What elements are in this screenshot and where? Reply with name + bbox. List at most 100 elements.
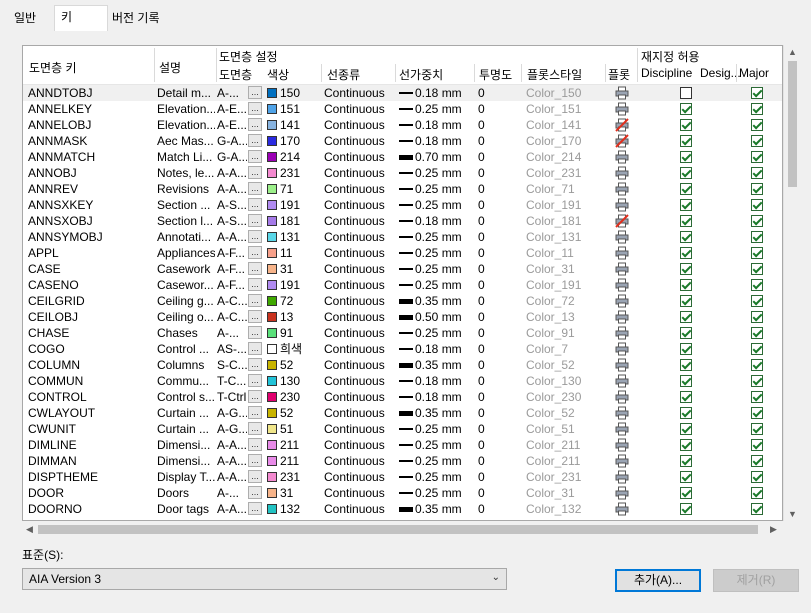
layer-browse-button[interactable]: ...: [248, 166, 262, 179]
layer-browse-button[interactable]: ...: [248, 438, 262, 451]
tab-keys[interactable]: 키: [54, 5, 108, 31]
layer-browse-button[interactable]: ...: [248, 102, 262, 115]
printer-icon[interactable]: [615, 422, 629, 436]
layer-browse-button[interactable]: ...: [248, 454, 262, 467]
color-swatch[interactable]: [267, 328, 277, 338]
printer-icon[interactable]: [615, 278, 629, 292]
col-lineweight[interactable]: 선가중치: [399, 66, 443, 83]
color-value[interactable]: 191: [280, 197, 320, 213]
lineweight-value[interactable]: 0.35 mm: [415, 293, 473, 309]
linetype-value[interactable]: Continuous: [324, 405, 394, 421]
table-row[interactable]: CASE Casework A-F...... 31 Continuous 0.25 mm…: [23, 261, 782, 277]
discipline-override-checkbox[interactable]: [680, 343, 692, 355]
color-swatch[interactable]: [267, 472, 277, 482]
lineweight-value[interactable]: 0.25 mm: [415, 421, 473, 437]
major-override-checkbox[interactable]: [751, 471, 763, 483]
linetype-value[interactable]: Continuous: [324, 277, 394, 293]
printer-icon[interactable]: [615, 198, 629, 212]
color-value[interactable]: 31: [280, 261, 320, 277]
major-override-checkbox[interactable]: [751, 119, 763, 131]
table-row[interactable]: CWLAYOUT Curtain ... A-G...... 52 Continuous…: [23, 405, 782, 421]
layer-browse-button[interactable]: ...: [248, 150, 262, 163]
scroll-up-icon[interactable]: ▲: [788, 47, 797, 57]
table-row[interactable]: APPL Appliances A-F...... 11 Continuous 0.25 …: [23, 245, 782, 261]
lineweight-value[interactable]: 0.18 mm: [415, 85, 473, 101]
color-swatch[interactable]: [267, 312, 277, 322]
linetype-value[interactable]: Continuous: [324, 213, 394, 229]
major-override-checkbox[interactable]: [751, 375, 763, 387]
layer-browse-button[interactable]: ...: [248, 326, 262, 339]
discipline-override-checkbox[interactable]: [680, 471, 692, 483]
lineweight-value[interactable]: 0.18 mm: [415, 341, 473, 357]
transparency-value[interactable]: 0: [478, 277, 518, 293]
color-swatch[interactable]: [267, 120, 277, 130]
color-value[interactable]: 191: [280, 277, 320, 293]
printer-icon[interactable]: [615, 342, 629, 356]
linetype-value[interactable]: Continuous: [324, 85, 394, 101]
major-override-checkbox[interactable]: [751, 231, 763, 243]
discipline-override-checkbox[interactable]: [680, 103, 692, 115]
printer-icon[interactable]: [615, 246, 629, 260]
color-value[interactable]: 141: [280, 117, 320, 133]
color-value[interactable]: 230: [280, 389, 320, 405]
color-value[interactable]: 150: [280, 85, 320, 101]
printer-icon[interactable]: [615, 102, 629, 116]
color-swatch[interactable]: [267, 344, 277, 354]
linetype-value[interactable]: Continuous: [324, 117, 394, 133]
printer-icon[interactable]: [615, 358, 629, 372]
layer-browse-button[interactable]: ...: [248, 118, 262, 131]
major-override-checkbox[interactable]: [751, 215, 763, 227]
color-swatch[interactable]: [267, 184, 277, 194]
lineweight-value[interactable]: 0.18 mm: [415, 117, 473, 133]
major-override-checkbox[interactable]: [751, 439, 763, 451]
transparency-value[interactable]: 0: [478, 181, 518, 197]
layer-browse-button[interactable]: ...: [248, 502, 262, 515]
linetype-value[interactable]: Continuous: [324, 469, 394, 485]
scroll-right-icon[interactable]: ▶: [770, 524, 777, 535]
layer-key-list[interactable]: 도면층 키 설명 도면층 설정 도면층 색상 선종류 선가중치 투명도 플롯스타…: [22, 45, 783, 521]
discipline-override-checkbox[interactable]: [680, 455, 692, 467]
linetype-value[interactable]: Continuous: [324, 437, 394, 453]
discipline-override-checkbox[interactable]: [680, 215, 692, 227]
transparency-value[interactable]: 0: [478, 117, 518, 133]
color-value[interactable]: 151: [280, 101, 320, 117]
color-value[interactable]: 희색: [280, 341, 320, 357]
discipline-override-checkbox[interactable]: [680, 407, 692, 419]
color-swatch[interactable]: [267, 232, 277, 242]
layer-browse-button[interactable]: ...: [248, 198, 262, 211]
table-row[interactable]: DIMMAN Dimensi... A-A...... 211 Continuous 0.…: [23, 453, 782, 469]
lineweight-value[interactable]: 0.25 mm: [415, 245, 473, 261]
color-swatch[interactable]: [267, 264, 277, 274]
linetype-value[interactable]: Continuous: [324, 325, 394, 341]
linetype-value[interactable]: Continuous: [324, 261, 394, 277]
lineweight-value[interactable]: 0.35 mm: [415, 501, 473, 517]
major-override-checkbox[interactable]: [751, 455, 763, 467]
discipline-override-checkbox[interactable]: [680, 151, 692, 163]
major-override-checkbox[interactable]: [751, 151, 763, 163]
transparency-value[interactable]: 0: [478, 453, 518, 469]
major-override-checkbox[interactable]: [751, 295, 763, 307]
discipline-override-checkbox[interactable]: [680, 295, 692, 307]
table-row[interactable]: CONTROL Control s... T-Ctrl... 230 Continuou…: [23, 389, 782, 405]
col-linetype[interactable]: 선종류: [327, 66, 360, 83]
table-row[interactable]: ANNOBJ Notes, le... A-A...... 231 Continuous…: [23, 165, 782, 181]
lineweight-value[interactable]: 0.35 mm: [415, 357, 473, 373]
transparency-value[interactable]: 0: [478, 85, 518, 101]
lineweight-value[interactable]: 0.18 mm: [415, 389, 473, 405]
lineweight-value[interactable]: 0.25 mm: [415, 261, 473, 277]
layer-browse-button[interactable]: ...: [248, 310, 262, 323]
printer-icon[interactable]: [615, 486, 629, 500]
table-row[interactable]: COGO Control ... AS-...... 희색 Continuous 0.18…: [23, 341, 782, 357]
color-value[interactable]: 211: [280, 437, 320, 453]
scroll-down-icon[interactable]: ▼: [788, 509, 797, 519]
color-swatch[interactable]: [267, 296, 277, 306]
major-override-checkbox[interactable]: [751, 327, 763, 339]
table-row[interactable]: CWUNIT Curtain ... A-G...... 51 Continuous 0.…: [23, 421, 782, 437]
color-swatch[interactable]: [267, 424, 277, 434]
col-plot[interactable]: 플롯: [608, 66, 630, 83]
layer-browse-button[interactable]: ...: [248, 470, 262, 483]
discipline-override-checkbox[interactable]: [680, 199, 692, 211]
transparency-value[interactable]: 0: [478, 373, 518, 389]
discipline-override-checkbox[interactable]: [680, 167, 692, 179]
color-value[interactable]: 181: [280, 213, 320, 229]
